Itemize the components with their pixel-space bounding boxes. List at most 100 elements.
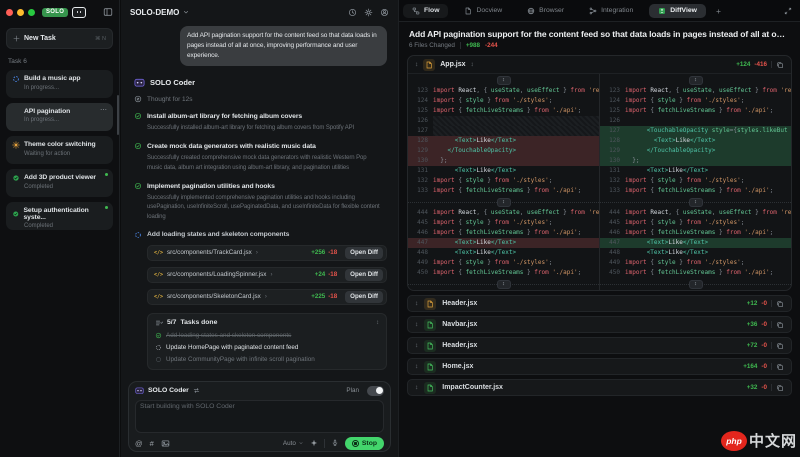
- expand-hunk-button[interactable]: ↕: [497, 280, 511, 289]
- settings-gear-icon[interactable]: [364, 8, 373, 17]
- diff-pane-old[interactable]: ↕123import React, { useState, useEffect …: [408, 74, 599, 290]
- sort-icon[interactable]: ↕: [471, 61, 474, 68]
- new-task-button[interactable]: New Task ⌘ N: [6, 28, 113, 49]
- diff-line: 126: [408, 116, 599, 126]
- copy-icon[interactable]: [776, 342, 784, 350]
- expand-panel-icon[interactable]: [784, 7, 796, 15]
- check-circle-icon: [12, 210, 19, 218]
- hunk-separator: ↕: [600, 278, 791, 290]
- collapse-icon[interactable]: ↕: [376, 320, 379, 326]
- collapse-file-icon[interactable]: ↕: [415, 61, 418, 68]
- checklist-icon: [155, 319, 163, 327]
- file-row-home[interactable]: ↕ Home.jsx +164-0: [407, 358, 792, 375]
- expand-file-icon[interactable]: ↕: [415, 363, 418, 370]
- todo-item[interactable]: Update CommunityPage with infinite scrol…: [155, 356, 379, 363]
- step-description: Successfully implemented comprehensive p…: [147, 194, 380, 222]
- task-card-build-music-app[interactable]: Build a music app In progress...: [6, 70, 113, 98]
- added-file-icon: [424, 382, 436, 394]
- step-title: Create mock data generators with realist…: [147, 142, 316, 150]
- expand-hunk-button[interactable]: ↕: [497, 76, 511, 85]
- file-change-row[interactable]: </> src/components/SkeletonCard.jsx › +2…: [147, 289, 387, 305]
- open-diff-button[interactable]: Open Diff: [345, 291, 383, 303]
- task-card-theme-color[interactable]: Theme color switching Waiting for action: [6, 136, 113, 164]
- file-change-row[interactable]: </> src/components/LoadingSpinner.jsx › …: [147, 267, 387, 283]
- copy-icon[interactable]: [776, 363, 784, 371]
- expand-hunk-button[interactable]: ↕: [689, 76, 703, 85]
- expand-file-icon[interactable]: ↕: [415, 300, 418, 307]
- expand-hunk-button[interactable]: ↕: [497, 198, 511, 207]
- minimize-window-button[interactable]: [17, 9, 24, 16]
- file-row-header[interactable]: ↕ Header.jsx +12-0: [407, 295, 792, 312]
- tab-integration[interactable]: Integration: [580, 4, 642, 18]
- workspace-panel: Flow Docview Browser Integration DiffVie…: [398, 0, 800, 457]
- microphone-icon[interactable]: [331, 439, 339, 447]
- agent-mode-icon[interactable]: [72, 7, 86, 18]
- copy-icon[interactable]: [776, 321, 784, 329]
- mention-icon[interactable]: @: [135, 439, 143, 448]
- todo-header[interactable]: 5/7 Tasks done ↕: [155, 319, 379, 327]
- image-icon[interactable]: [161, 439, 170, 448]
- task-status: Completed: [12, 184, 107, 190]
- open-diff-button[interactable]: Open Diff: [345, 269, 383, 281]
- file-path: src/components/TrackCard.jsx: [167, 249, 252, 256]
- check-circle-icon: [134, 112, 142, 120]
- model-mode-select[interactable]: Auto: [283, 440, 304, 447]
- solo-coder-avatar: [134, 77, 145, 88]
- file-row-impactcounter[interactable]: ↕ ImpactCounter.jsx +32-0: [407, 379, 792, 396]
- project-title[interactable]: SOLO-DEMO: [130, 8, 179, 17]
- sparkle-icon[interactable]: [310, 439, 318, 447]
- close-window-button[interactable]: [6, 9, 13, 16]
- tab-diffview[interactable]: DiffView: [649, 4, 706, 18]
- diff-line: 131 <Text>Like</Text>: [600, 166, 791, 176]
- lines-added: +256: [311, 249, 325, 256]
- todo-item[interactable]: Add loading states and skeleton componen…: [155, 332, 379, 339]
- task-section-label: Task 6: [8, 58, 111, 65]
- copy-icon[interactable]: [776, 61, 784, 69]
- hunk-separator: ↕: [600, 74, 791, 86]
- file-change-row[interactable]: </> src/components/TrackCard.jsx › +256-…: [147, 245, 387, 261]
- expand-hunk-button[interactable]: ↕: [689, 280, 703, 289]
- switch-agent-icon[interactable]: [193, 387, 200, 394]
- history-icon[interactable]: [348, 8, 357, 17]
- sidebar-toggle-icon[interactable]: [103, 7, 113, 17]
- plan-label: Plan: [346, 387, 359, 394]
- add-tab-button[interactable]: +: [713, 6, 724, 16]
- chevron-down-icon[interactable]: [182, 8, 190, 16]
- tab-flow[interactable]: Flow: [403, 4, 448, 18]
- task-card-auth-system[interactable]: Setup authentication syste... Completed: [6, 202, 113, 230]
- diff-line: 448 <Text>Like</Text>: [408, 248, 599, 258]
- window-titlebar: SOLO: [0, 0, 119, 24]
- composer-input[interactable]: [140, 403, 379, 430]
- file-row-navbar[interactable]: ↕ Navbar.jsx +36-0: [407, 316, 792, 333]
- user-icon[interactable]: [380, 8, 389, 17]
- zoom-window-button[interactable]: [28, 9, 35, 16]
- divider: [771, 384, 772, 391]
- task-card-api-pagination[interactable]: API pagination In progress... ⋯: [6, 103, 113, 131]
- copy-icon[interactable]: [776, 384, 784, 392]
- diff-line: 129 </TouchableOpacity>: [408, 146, 599, 156]
- check-circle-icon: [155, 332, 162, 339]
- thought-row[interactable]: Thought for 12s: [134, 95, 387, 103]
- copy-icon[interactable]: [776, 300, 784, 308]
- sidebar-scrollbar[interactable]: [117, 95, 119, 135]
- task-menu-icon[interactable]: ⋯: [100, 106, 107, 114]
- watermark: php 中文网: [721, 430, 797, 451]
- task-card-3d-viewer[interactable]: Add 3D product viewer Completed: [6, 169, 113, 197]
- tab-docview[interactable]: Docview: [455, 4, 511, 18]
- file-row-header-2[interactable]: ↕ Header.jsx +72-0: [407, 337, 792, 354]
- diff-pane-new[interactable]: ↕123import React, { useState, useEffect …: [599, 74, 791, 290]
- tab-browser[interactable]: Browser: [518, 4, 573, 18]
- expand-file-icon[interactable]: ↕: [415, 384, 418, 391]
- expand-hunk-button[interactable]: ↕: [689, 198, 703, 207]
- stop-button[interactable]: Stop: [345, 437, 384, 451]
- todo-panel: 5/7 Tasks done ↕ Add loading states and …: [147, 313, 387, 370]
- todo-item[interactable]: Update HomePage with paginated content f…: [155, 344, 379, 351]
- diff-card-header[interactable]: ↕ App.jsx ↕ +124 -416: [408, 56, 791, 74]
- plan-toggle[interactable]: [367, 386, 384, 396]
- expand-file-icon[interactable]: ↕: [415, 342, 418, 349]
- hashtag-icon[interactable]: #: [150, 439, 154, 448]
- chat-scroll-area[interactable]: Add API pagination support for the conte…: [121, 24, 398, 378]
- diff-line: 132import { style } from './styles';: [600, 176, 791, 186]
- expand-file-icon[interactable]: ↕: [415, 321, 418, 328]
- open-diff-button[interactable]: Open Diff: [345, 247, 383, 259]
